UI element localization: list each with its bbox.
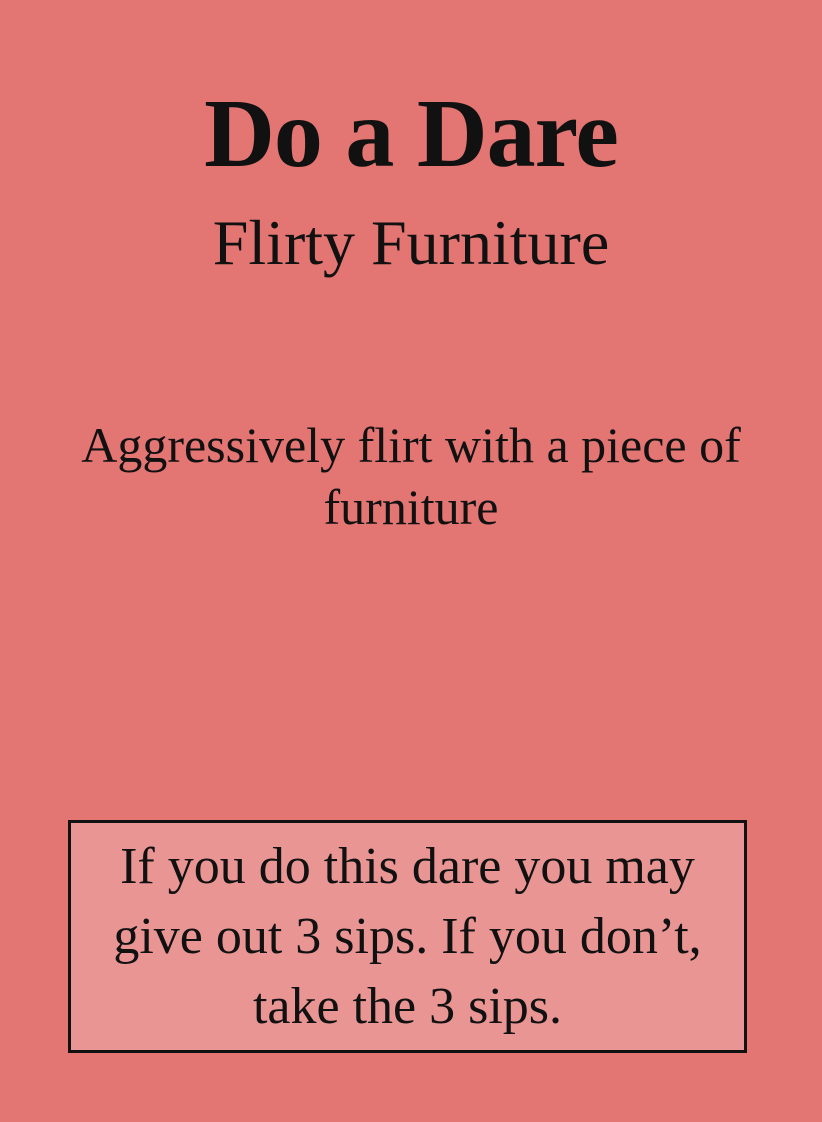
dare-card: Do a Dare Flirty Furniture Aggressively …: [0, 0, 822, 1122]
rule-text: If you do this dare you may give out 3 s…: [113, 837, 702, 1035]
card-title: Do a Dare: [204, 80, 619, 188]
card-subtitle: Flirty Furniture: [212, 207, 610, 278]
rule-box: If you do this dare you may give out 3 s…: [68, 820, 747, 1053]
dare-description: Aggressively flirt with a piece of furni…: [81, 417, 741, 535]
